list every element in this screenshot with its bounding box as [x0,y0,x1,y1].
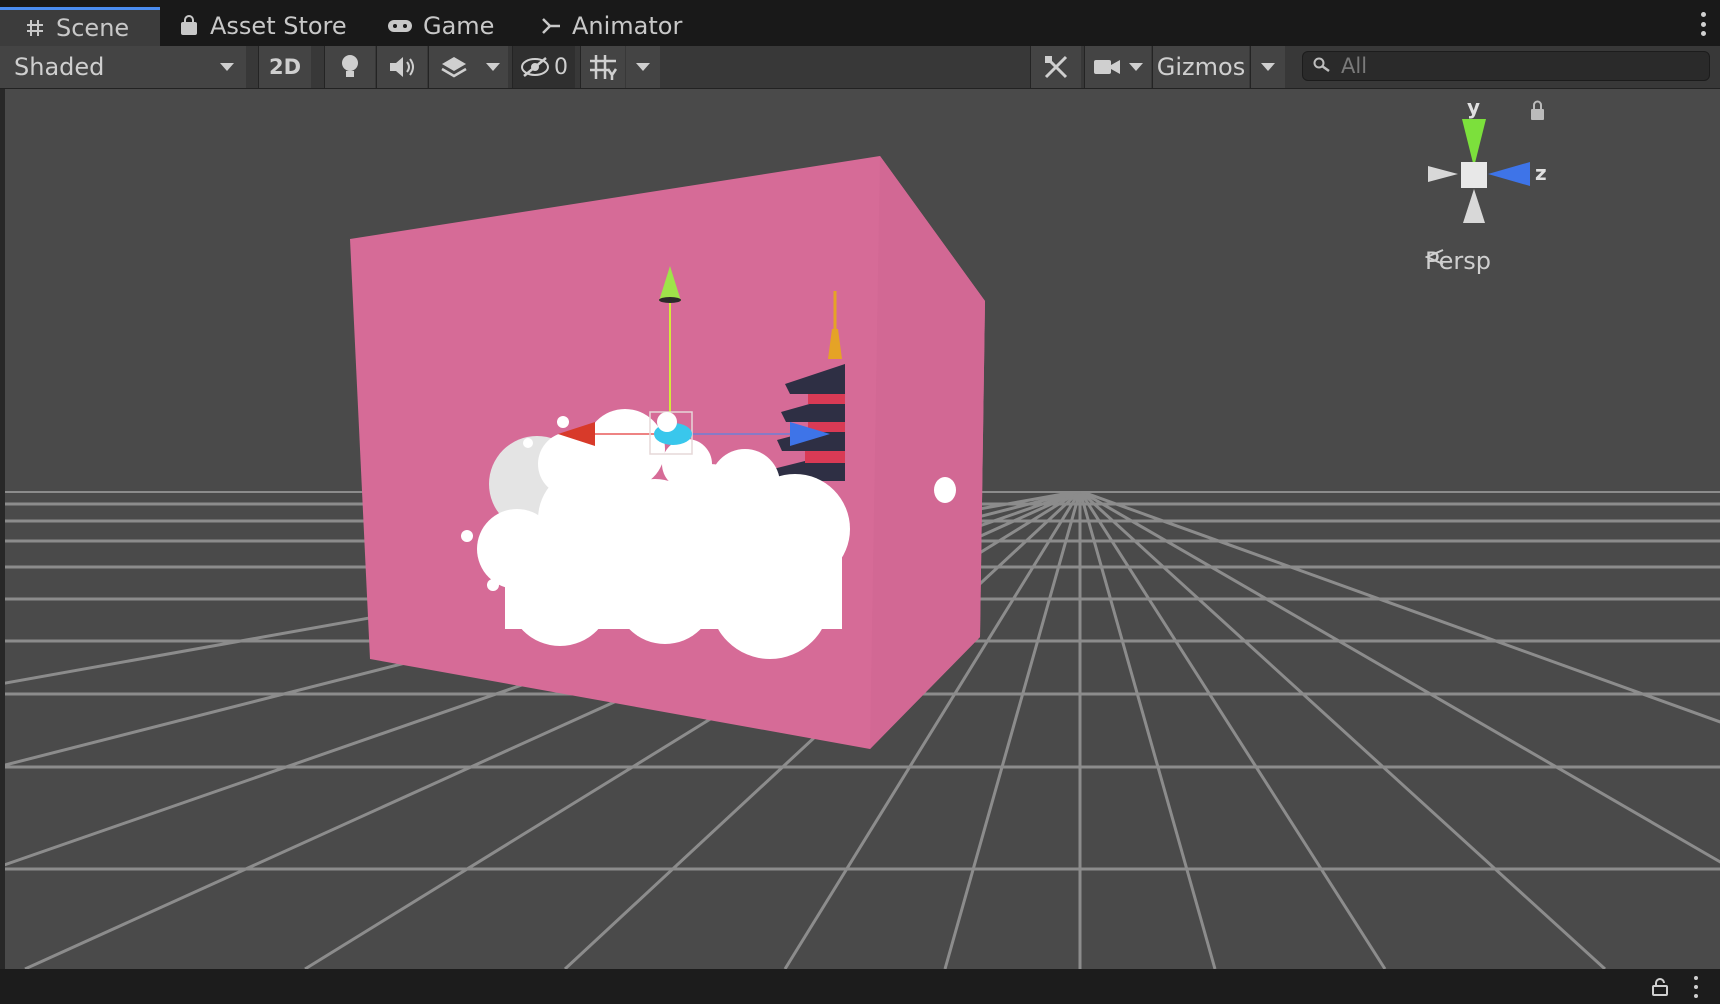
camera-settings-button[interactable] [1084,46,1151,88]
bag-icon [181,15,197,35]
tools-icon [1044,55,1068,79]
status-bar [0,969,1720,1004]
grid-dropdown-button[interactable] [626,46,660,88]
tab-animator[interactable]: Animator [540,6,682,46]
layers-icon [441,57,467,78]
chevron-down-icon [1129,63,1143,71]
eye-slash-icon [521,57,549,77]
tab-label: Asset Store [210,12,347,40]
tab-game[interactable]: Game [387,6,494,46]
draw-mode-label: Shaded [14,53,105,81]
scene-viewport[interactable]: y z Persp [5,89,1720,969]
lock-icon [1531,100,1544,120]
tab-scene[interactable]: Scene [0,7,160,46]
chevron-down-icon [636,63,650,71]
tab-bar: Scene Asset Store Game Animator [0,0,1720,46]
hidden-objects-toggle[interactable]: 0 [512,46,575,88]
chevron-down-icon [1261,63,1275,71]
draw-mode-dropdown[interactable]: Shaded [0,46,246,88]
2d-label: 2D [268,55,302,79]
grid-icon [27,20,43,36]
chevron-down-icon [486,63,500,71]
hierarchy-search-field[interactable]: All [1302,51,1710,81]
tab-label: Animator [572,12,683,40]
camera-icon [1094,60,1120,74]
lightbulb-icon [342,55,358,77]
search-placeholder: All [1341,54,1368,78]
effects-toggle-button[interactable] [428,46,479,88]
projection-toggle[interactable]: Persp [1425,247,1491,275]
orientation-gizmo [1428,119,1530,223]
grid-snapping-button[interactable] [580,46,625,88]
chevron-down-icon [220,63,234,71]
axis-y-label: y [1467,95,1481,119]
search-icon [1313,57,1330,73]
gizmos-label: Gizmos [1156,53,1246,81]
2d-toggle-button[interactable]: 2D [258,46,311,88]
perspective-chevron-icon [1425,249,1444,265]
lighting-toggle-button[interactable] [324,46,375,88]
tab-label: Scene [56,14,130,42]
tab-label: Game [423,12,495,40]
axis-z-label[interactable]: z [1535,161,1547,185]
audio-toggle-button[interactable] [376,46,427,88]
gamepad-icon [388,20,412,32]
gizmos-dropdown-button[interactable] [1250,46,1285,88]
more-options-icon[interactable] [1693,976,1699,998]
more-options-icon[interactable] [1700,12,1706,36]
scene-canvas [5,100,1720,969]
scene-toolbar: Shaded 2D 0 Gizmos All [0,46,1720,89]
effects-dropdown-button[interactable] [478,46,508,88]
lock-icon[interactable] [1652,978,1668,996]
hidden-count: 0 [554,54,568,80]
gizmos-toggle-button[interactable]: Gizmos [1152,46,1249,88]
grid-snap-icon [590,55,618,80]
tab-asset-store[interactable]: Asset Store [178,6,347,46]
tools-button[interactable] [1030,46,1081,88]
speaker-icon [390,57,414,77]
animator-icon [542,18,560,34]
